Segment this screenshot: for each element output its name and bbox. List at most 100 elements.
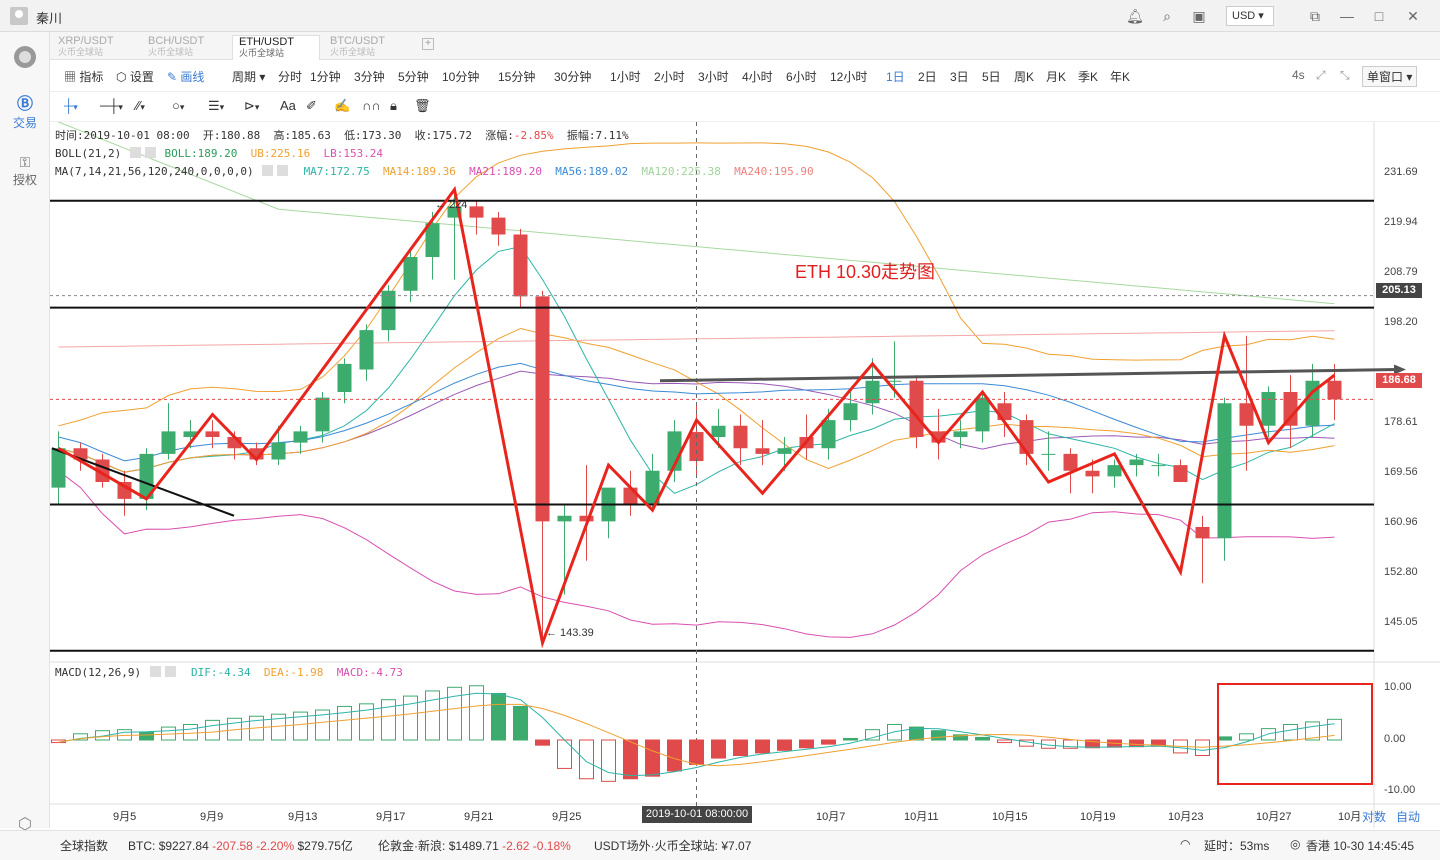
indicator-label: 指标 — [79, 70, 104, 84]
candle-body — [557, 515, 572, 522]
tab-label: BTC/USDT — [330, 35, 385, 47]
macd-bar — [205, 719, 220, 741]
currency-select[interactable]: USD ▾ — [1226, 6, 1274, 26]
candle-body — [1151, 465, 1166, 467]
search-icon[interactable]: ⌕ — [1158, 8, 1176, 24]
draw-button[interactable]: ✎ 画线 — [167, 68, 204, 85]
sidebar-item-auth[interactable]: ⚿ 授权 — [0, 154, 50, 188]
period-option[interactable]: 季K — [1078, 68, 1098, 85]
period-option[interactable]: 5分钟 — [398, 68, 429, 85]
export-icon[interactable]: ⧉ — [1306, 8, 1324, 24]
minimize-icon[interactable]: — — [1338, 8, 1356, 24]
user-avatar-icon[interactable] — [10, 7, 28, 25]
period-option[interactable]: 3小时 — [698, 68, 729, 85]
period-option[interactable]: 1日 — [886, 68, 905, 85]
macd-bar — [535, 739, 550, 746]
tab-btc[interactable]: BTC/USDT 火币全球站 — [324, 35, 412, 60]
pattern-tool-icon[interactable]: ⊳▾ — [244, 98, 259, 114]
tab-eth[interactable]: ETH/USDT 火币全球站 — [232, 35, 320, 60]
period-option[interactable]: 4小时 — [742, 68, 773, 85]
boll-value: BOLL:189.20 — [164, 147, 238, 160]
candle-body — [161, 431, 176, 454]
x-tick: 10月23 — [1168, 811, 1204, 823]
settings-button[interactable]: ⬡ 设置 — [116, 68, 154, 85]
brush-tool-icon[interactable]: ✍ — [334, 98, 350, 114]
chart-area[interactable] — [50, 122, 1440, 828]
trendline-tool-icon[interactable]: ∕∕▾ — [136, 98, 145, 113]
tab-label: ETH/USDT — [239, 36, 294, 48]
x-tick: 9月13 — [288, 811, 318, 823]
period-option[interactable]: 10分钟 — [442, 68, 479, 85]
hline-tool-icon[interactable]: ─┼▾ — [100, 98, 123, 113]
tab-bch[interactable]: BCH/USDT 火币全球站 — [142, 35, 230, 60]
y-tick: 198.20 — [1384, 316, 1418, 328]
period-option[interactable]: 1分钟 — [310, 68, 341, 85]
lock-tool-icon[interactable]: 🔒︎ — [390, 98, 397, 114]
boll-close-icon[interactable] — [144, 147, 156, 158]
period-option[interactable]: 6小时 — [786, 68, 817, 85]
period-option[interactable]: 15分钟 — [498, 68, 535, 85]
sidebar-item-trade[interactable]: Ⓑ 交易 — [0, 90, 50, 131]
usdt-ticker: USDT场外·火币全球站: ¥7.07 — [594, 837, 751, 854]
left-sidebar: Ⓑ 交易 ⚿ 授权 ⬡ — [0, 32, 50, 833]
period-option[interactable]: 3日 — [950, 68, 969, 85]
text-tool-icon[interactable]: Aa — [280, 98, 296, 113]
y-tick: 145.05 — [1384, 616, 1418, 628]
log-scale-button[interactable]: 对数 — [1362, 808, 1386, 825]
window-mode-select[interactable]: 单窗口 ▾ — [1362, 66, 1418, 87]
period-option[interactable]: 2小时 — [654, 68, 685, 85]
ma14-value: MA14:189.36 — [383, 165, 456, 178]
refresh-interval[interactable]: 4s — [1292, 68, 1305, 82]
current-price-label: 186.68 — [1376, 373, 1422, 388]
global-index-label[interactable]: 全球指数 — [60, 837, 108, 854]
collapse-icon[interactable]: ⤡ — [1340, 68, 1350, 83]
period-option[interactable]: 月K — [1046, 68, 1066, 85]
latency-value: 延时：53ms — [1204, 839, 1270, 853]
fib-tool-icon[interactable]: ☰▾ — [208, 98, 224, 114]
period-dropdown[interactable]: 周期 ▾ — [232, 68, 265, 85]
magnet-tool-icon[interactable]: ∩∩ — [362, 98, 381, 113]
expand-icon[interactable]: ⤢ — [1316, 68, 1326, 83]
period-option[interactable]: 12小时 — [830, 68, 867, 85]
sidebar-item-trade-label: 交易 — [12, 116, 37, 130]
macd-bar — [645, 739, 660, 777]
y-tick: 219.94 — [1384, 216, 1418, 228]
period-option[interactable]: 5日 — [982, 68, 1001, 85]
period-option[interactable]: 周K — [1014, 68, 1034, 85]
period-option[interactable]: 1小时 — [610, 68, 641, 85]
candle-body — [887, 380, 902, 382]
title-bar: 秦川 🔔︎ ⌕ ▣ USD ▾ ⧉ — □ ✕ — [0, 0, 1440, 32]
add-tab-icon[interactable]: + — [422, 38, 434, 50]
eraser-tool-icon[interactable]: ✐ — [306, 98, 317, 114]
user-name[interactable]: 秦川 — [36, 8, 62, 27]
period-option[interactable]: 3分钟 — [354, 68, 385, 85]
macd-settings-icon[interactable] — [149, 666, 161, 677]
tab-xrp[interactable]: XRP/USDT 火币全球站 — [52, 35, 140, 60]
period-option[interactable]: 年K — [1110, 68, 1130, 85]
btc-label: BTC: — [128, 839, 156, 853]
lb-value: LB:153.24 — [323, 147, 384, 160]
candle-body — [843, 403, 858, 421]
circle-tool-icon[interactable]: ○▾ — [172, 98, 184, 113]
macd-close-icon[interactable] — [164, 666, 176, 677]
crosshair-tool-icon[interactable]: ┼▾ — [64, 98, 78, 113]
trash-tool-icon[interactable]: 🗑︎ — [414, 98, 431, 114]
x-tick: 10月 — [1338, 811, 1362, 823]
period-option[interactable]: 2日 — [918, 68, 937, 85]
maximize-icon[interactable]: □ — [1370, 8, 1388, 24]
bell-icon[interactable]: 🔔︎ — [1126, 8, 1144, 24]
indicator-button[interactable]: ▦ 指标 — [64, 68, 103, 85]
logo-icon[interactable] — [0, 44, 50, 73]
candle-body — [513, 234, 528, 297]
period-option[interactable]: 30分钟 — [554, 68, 591, 85]
ma7-value: MA7:172.75 — [303, 165, 370, 178]
ma-close-icon[interactable] — [277, 165, 289, 176]
shirt-icon[interactable]: ▣ — [1190, 8, 1208, 24]
period-option[interactable]: 分时 — [278, 68, 302, 85]
auto-scale-button[interactable]: 自动 — [1396, 808, 1420, 825]
close-icon[interactable]: ✕ — [1404, 8, 1422, 24]
boll-settings-icon[interactable] — [129, 147, 141, 158]
ma-settings-icon[interactable] — [262, 165, 274, 176]
macd-tick: 0.00 — [1384, 733, 1406, 745]
y-tick: 231.69 — [1384, 166, 1418, 178]
